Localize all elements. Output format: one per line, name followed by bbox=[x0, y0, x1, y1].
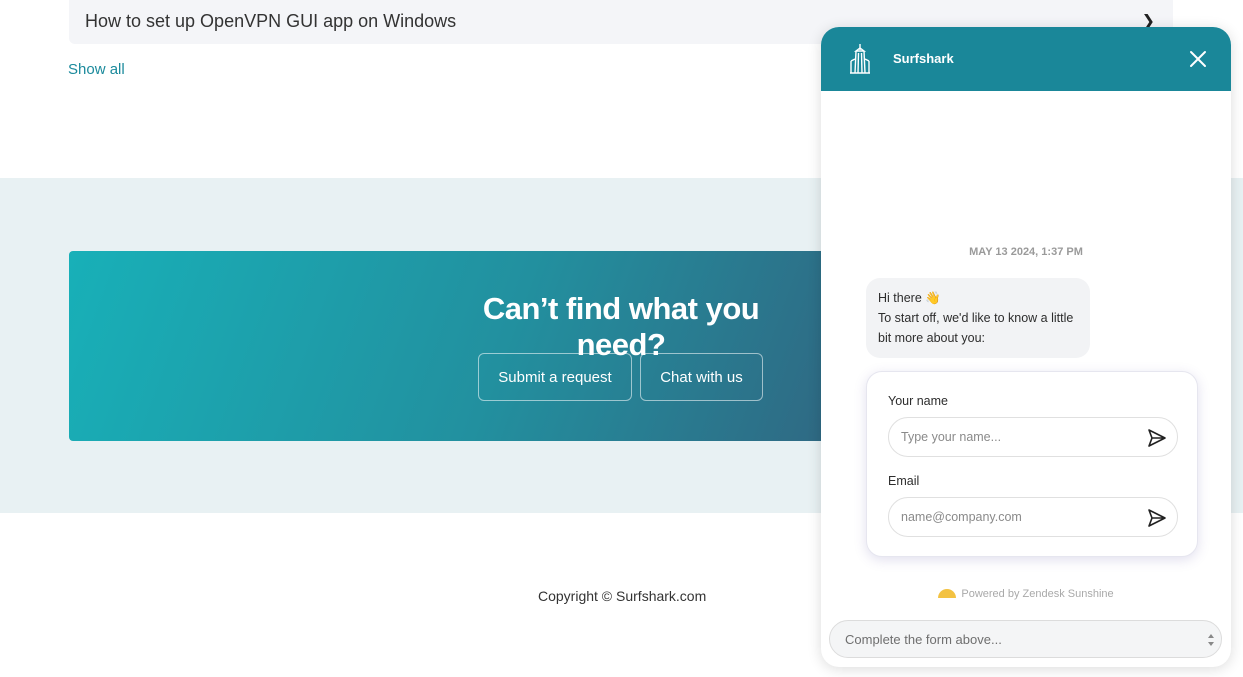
zendesk-sun-icon bbox=[938, 589, 957, 598]
chat-with-us-button[interactable]: Chat with us bbox=[640, 353, 763, 401]
footer-copyright: Copyright © Surfshark.com bbox=[538, 588, 707, 604]
submit-request-button[interactable]: Submit a request bbox=[478, 353, 632, 401]
name-input[interactable]: Type your name... bbox=[888, 417, 1178, 457]
powered-by-text: Powered by Zendesk Sunshine bbox=[961, 588, 1114, 600]
message-composer[interactable]: Complete the form above... bbox=[829, 620, 1222, 658]
send-icon[interactable] bbox=[1147, 428, 1167, 448]
scroll-arrows-icon[interactable] bbox=[1207, 630, 1215, 650]
name-label: Your name bbox=[888, 394, 948, 408]
powered-by[interactable]: Powered by Zendesk Sunshine bbox=[821, 588, 1231, 600]
greeting-message: Hi there 👋 To start off, we'd like to kn… bbox=[866, 278, 1090, 358]
email-label: Email bbox=[888, 474, 920, 488]
chat-title: Surfshark bbox=[893, 51, 954, 66]
article-title: How to set up OpenVPN GUI app on Windows bbox=[85, 10, 457, 31]
composer-placeholder: Complete the form above... bbox=[845, 631, 1002, 647]
chat-header: Surfshark bbox=[821, 27, 1231, 91]
lighthouse-logo-icon bbox=[850, 44, 870, 74]
show-all-link[interactable]: Show all bbox=[68, 61, 125, 78]
help-center-page: How to set up OpenVPN GUI app on Windows… bbox=[0, 0, 1243, 677]
email-placeholder: name@company.com bbox=[901, 510, 1022, 524]
email-input[interactable]: name@company.com bbox=[888, 497, 1178, 537]
contact-form-card: Your name Type your name... Email name@c… bbox=[866, 371, 1198, 557]
chat-widget: Surfshark MAY 13 2024, 1:37 PM Hi there … bbox=[821, 27, 1231, 667]
name-placeholder: Type your name... bbox=[901, 430, 1002, 444]
greeting-line-1: Hi there 👋 bbox=[878, 291, 941, 305]
message-timestamp: MAY 13 2024, 1:37 PM bbox=[969, 246, 1083, 258]
send-icon[interactable] bbox=[1147, 508, 1167, 528]
close-icon[interactable] bbox=[1187, 48, 1209, 70]
greeting-line-2: To start off, we'd like to know a little… bbox=[878, 311, 1074, 345]
